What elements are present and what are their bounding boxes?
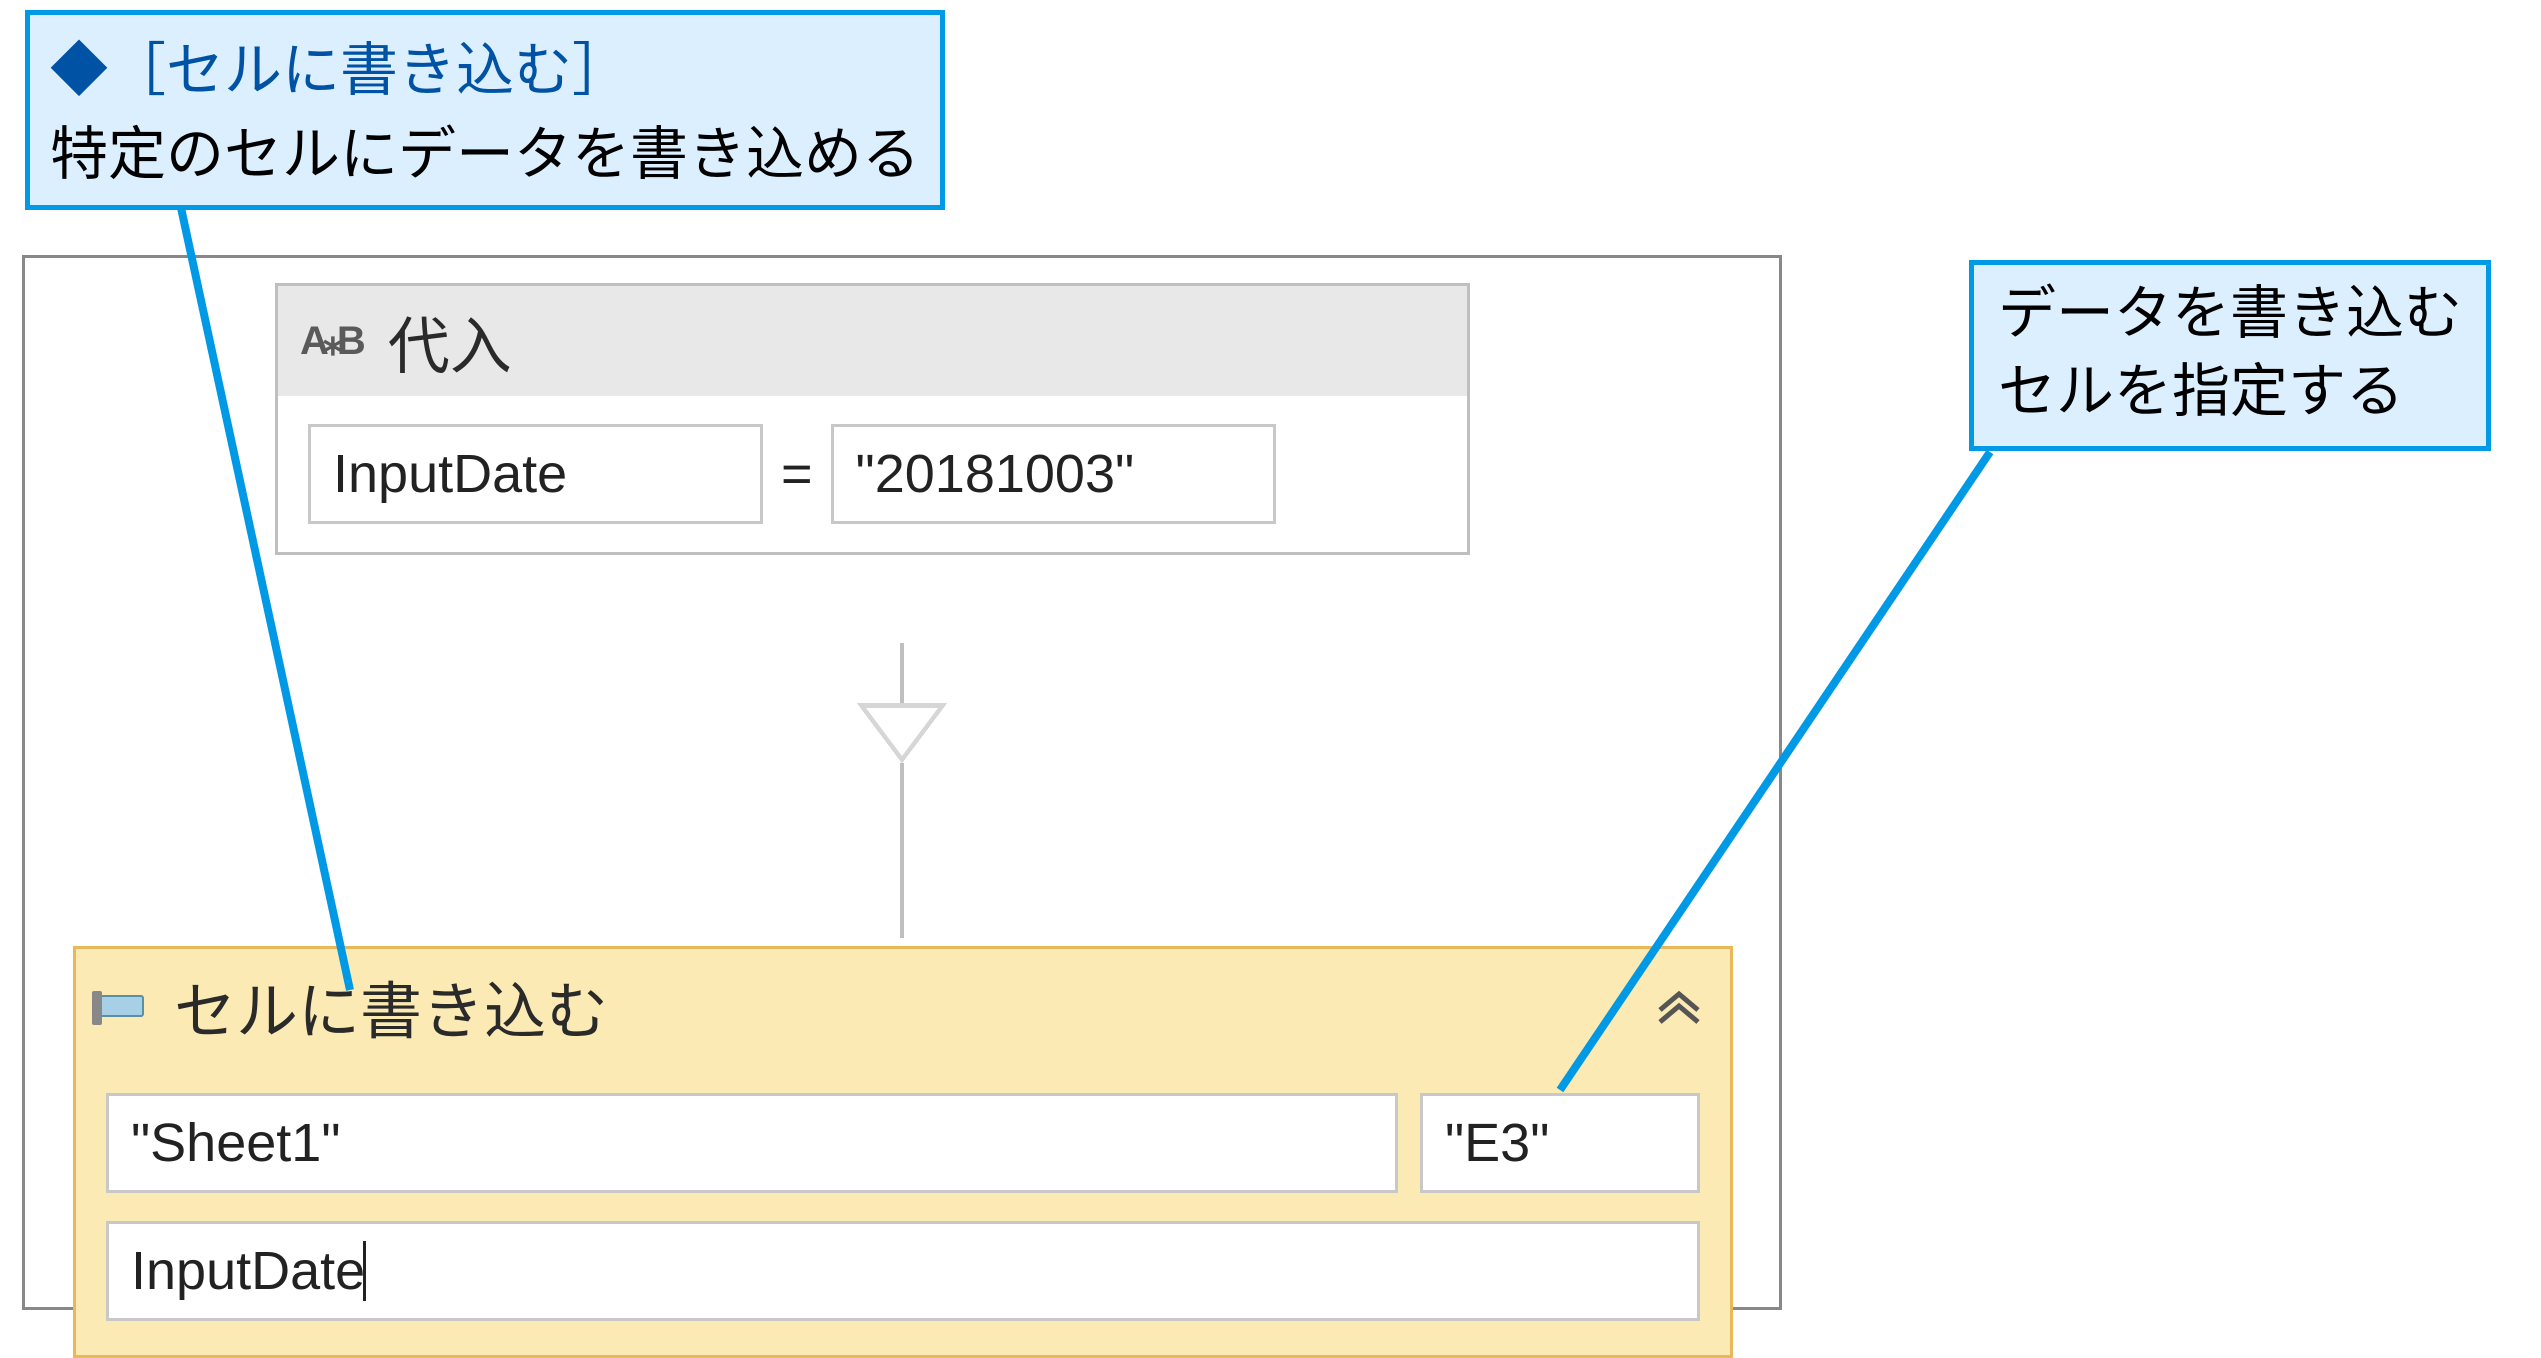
connector-arrow-icon	[857, 703, 947, 763]
assign-activity-body: InputDate = "20181003"	[278, 396, 1467, 552]
callout-description: 特定のセルにデータを書き込める	[50, 107, 920, 191]
callout-cell-target: データを書き込む セルを指定する	[1969, 260, 2491, 451]
assign-activity-title: 代入	[388, 296, 512, 386]
sheet-name-field[interactable]: "Sheet1"	[106, 1093, 1398, 1193]
assign-activity[interactable]: A⁎B 代入 InputDate = "20181003"	[275, 283, 1470, 555]
collapse-icon[interactable]	[1656, 986, 1702, 1026]
assign-to-field[interactable]: InputDate	[308, 424, 763, 524]
callout-right-line2: セルを指定する	[1998, 353, 2462, 431]
assign-activity-header[interactable]: A⁎B 代入	[278, 286, 1467, 396]
callout-title: ◆［セルに書き込む］	[50, 23, 920, 107]
callout-activity-explain: ◆［セルに書き込む］ 特定のセルにデータを書き込める	[25, 10, 945, 210]
connector-line	[900, 643, 904, 703]
flow-connector	[857, 643, 947, 938]
assign-value-field[interactable]: "20181003"	[831, 424, 1276, 524]
value-field-text: InputDate	[131, 1240, 365, 1302]
write-cell-title: セルに書き込む	[174, 961, 608, 1051]
connector-line	[900, 763, 904, 938]
equals-label: =	[781, 443, 813, 505]
cell-address-field[interactable]: "E3"	[1420, 1093, 1700, 1193]
designer-panel: A⁎B 代入 InputDate = "20181003" セルに書き込む	[22, 255, 1782, 1310]
text-caret	[363, 1241, 366, 1301]
write-cell-body: "Sheet1" "E3" InputDate	[76, 1063, 1730, 1355]
assign-icon: A⁎B	[300, 318, 360, 364]
value-field[interactable]: InputDate	[106, 1221, 1700, 1321]
write-cell-header[interactable]: セルに書き込む	[76, 949, 1730, 1063]
write-cell-icon	[98, 995, 144, 1017]
write-cell-activity[interactable]: セルに書き込む "Sheet1" "E3" InputDate	[73, 946, 1733, 1358]
callout-right-line1: データを書き込む	[1998, 275, 2462, 353]
